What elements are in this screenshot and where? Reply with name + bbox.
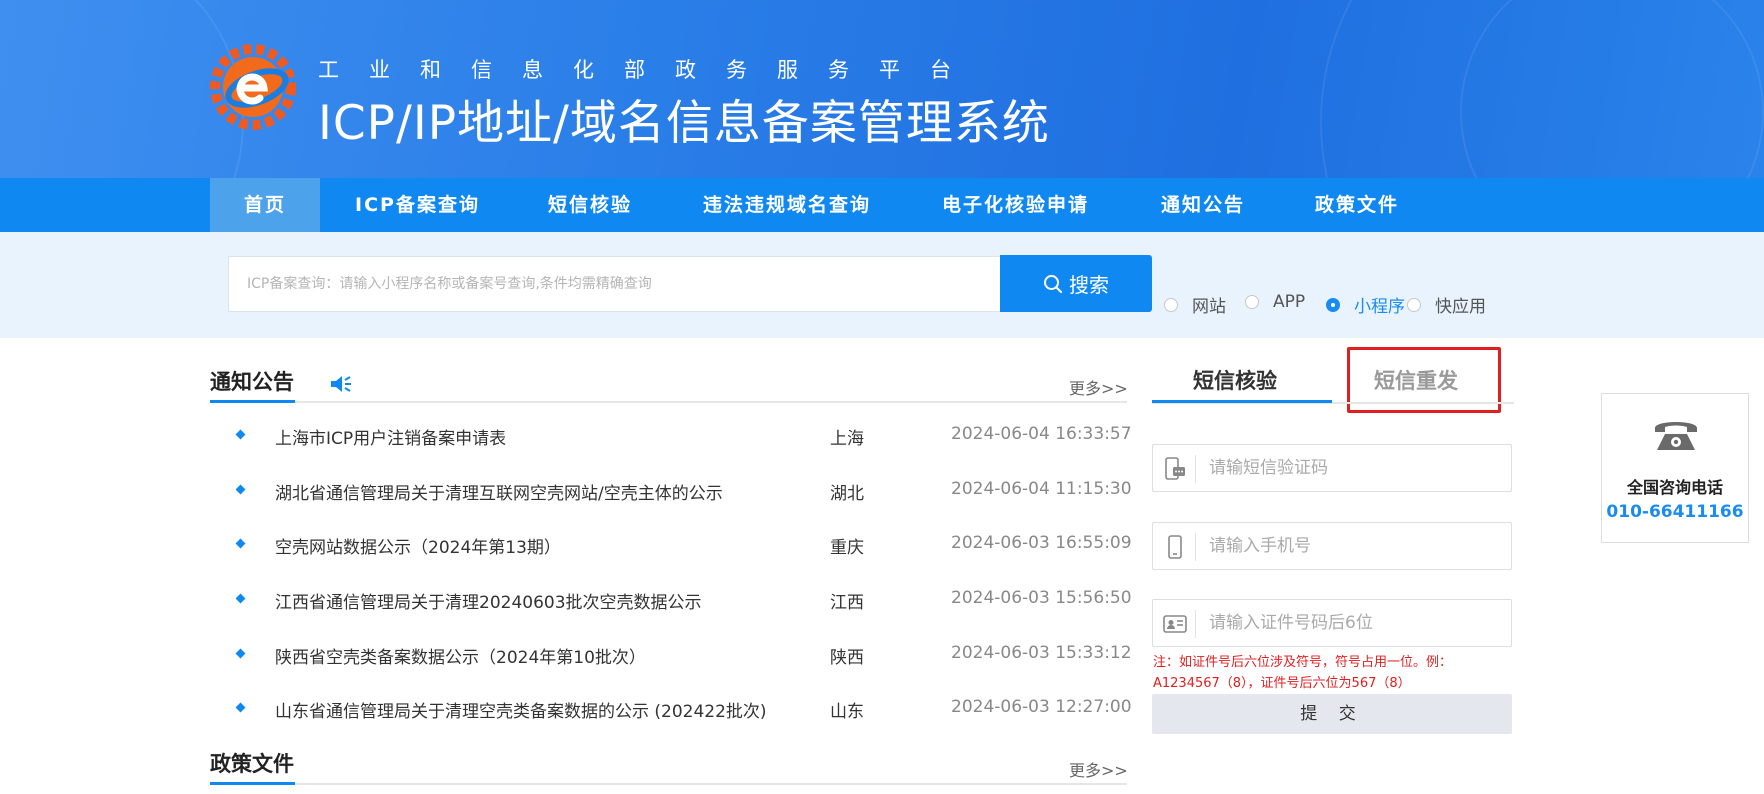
search-button-label: 搜索 bbox=[1069, 273, 1109, 297]
notice-region: 重庆 bbox=[830, 538, 864, 558]
notice-date: 2024-06-03 15:56:50 bbox=[951, 588, 1132, 608]
telephone-icon bbox=[1655, 422, 1697, 450]
nav-item-policy[interactable]: 政策文件 bbox=[1315, 178, 1399, 232]
policy-more-link[interactable]: 更多>> bbox=[1069, 757, 1128, 781]
notice-title[interactable]: 湖北省通信管理局关于清理互联网空壳网站/空壳主体的公示 bbox=[275, 479, 723, 504]
list-item: 江西省通信管理局关于清理20240603批次空壳数据公示 江西 2024-06-… bbox=[210, 588, 1132, 638]
radio-dot bbox=[1164, 297, 1178, 312]
notice-region: 湖北 bbox=[830, 484, 864, 504]
notice-region: 江西 bbox=[830, 593, 864, 613]
notice-title[interactable]: 上海市ICP用户注销备案申请表 bbox=[275, 424, 506, 449]
notice-date: 2024-06-03 16:55:09 bbox=[951, 533, 1132, 553]
system-title: ICP/IP地址/域名信息备案管理系统 bbox=[318, 96, 1050, 151]
bullet-icon bbox=[235, 648, 246, 659]
notice-title[interactable]: 江西省通信管理局关于清理20240603批次空壳数据公示 bbox=[275, 588, 702, 613]
notices-title: 通知公告 bbox=[210, 370, 294, 394]
radio-quick-app[interactable]: 快应用 bbox=[1407, 292, 1486, 317]
id-number-note: 注：如证件号后六位涉及符号，符号占用一位。例：A1234567（8），证件号后六… bbox=[1153, 655, 1453, 691]
hotline-card: 全国咨询电话 010-66411166 bbox=[1601, 393, 1749, 543]
nav-item-notices[interactable]: 通知公告 bbox=[1161, 178, 1245, 232]
banner-decoration bbox=[1460, 0, 1764, 178]
nav-item-sms-verify[interactable]: 短信核验 bbox=[548, 178, 632, 232]
submit-button[interactable]: 提 交 bbox=[1152, 694, 1512, 734]
hotline-number: 010-66411166 bbox=[1606, 502, 1744, 522]
list-item: 陕西省空壳类备案数据公示（2024年第10批次） 陕西 2024-06-03 1… bbox=[210, 643, 1132, 693]
header-banner: 工业和信息化部政务服务平台 ICP/IP地址/域名信息备案管理系统 bbox=[0, 0, 1764, 178]
bullet-icon bbox=[235, 702, 246, 713]
speaker-icon bbox=[331, 376, 351, 392]
notice-region: 陕西 bbox=[830, 648, 864, 668]
notice-title[interactable]: 陕西省空壳类备案数据公示（2024年第10批次） bbox=[275, 643, 646, 668]
field-separator bbox=[1195, 533, 1196, 561]
nav-item-e-verify[interactable]: 电子化核验申请 bbox=[942, 178, 1089, 232]
search-icon bbox=[1044, 274, 1062, 293]
nav-item-home[interactable]: 首页 bbox=[210, 178, 320, 232]
sms-tab-underline bbox=[1152, 400, 1332, 403]
field-separator bbox=[1195, 610, 1196, 638]
bullet-icon bbox=[235, 429, 246, 440]
notices-more-link[interactable]: 更多>> bbox=[1069, 375, 1128, 399]
id-number-input[interactable] bbox=[1209, 600, 1499, 646]
policy-divider bbox=[210, 783, 1127, 785]
gov-logo bbox=[210, 44, 296, 130]
policy-title: 政策文件 bbox=[210, 752, 294, 776]
id-card-icon bbox=[1163, 615, 1187, 633]
list-item: 空壳网站数据公示（2024年第13期） 重庆 2024-06-03 16:55:… bbox=[210, 533, 1132, 583]
main-nav: 首页 ICP备案查询 短信核验 违法违规域名查询 电子化核验申请 通知公告 政策… bbox=[0, 178, 1764, 232]
sms-phone-icon bbox=[1165, 457, 1185, 480]
phone-input[interactable] bbox=[1209, 523, 1499, 569]
search-button[interactable]: 搜索 bbox=[1000, 255, 1152, 312]
bullet-icon bbox=[235, 593, 246, 604]
list-item: 山东省通信管理局关于清理空壳类备案数据的公示 (202422批次) 山东 202… bbox=[210, 697, 1132, 747]
policy-title-underline bbox=[210, 782, 295, 785]
id-number-field bbox=[1152, 599, 1512, 647]
radio-website[interactable]: 网站 bbox=[1164, 292, 1226, 317]
list-item: 上海市ICP用户注销备案申请表 上海 2024-06-04 16:33:57 bbox=[210, 424, 1132, 474]
notices-title-underline bbox=[210, 400, 295, 403]
notice-date: 2024-06-03 15:33:12 bbox=[951, 643, 1132, 663]
notice-region: 山东 bbox=[830, 702, 864, 722]
radio-dot bbox=[1245, 295, 1259, 309]
radio-dot bbox=[1407, 297, 1421, 312]
notice-title[interactable]: 空壳网站数据公示（2024年第13期） bbox=[275, 533, 561, 558]
search-input[interactable] bbox=[228, 256, 1000, 312]
bullet-icon bbox=[235, 538, 246, 549]
notice-title[interactable]: 山东省通信管理局关于清理空壳类备案数据的公示 (202422批次) bbox=[275, 697, 767, 722]
radio-app[interactable]: APP bbox=[1245, 292, 1305, 312]
list-item: 湖北省通信管理局关于清理互联网空壳网站/空壳主体的公示 湖北 2024-06-0… bbox=[210, 479, 1132, 529]
radio-dot bbox=[1326, 297, 1340, 312]
sms-code-field bbox=[1152, 444, 1512, 492]
notice-date: 2024-06-04 11:15:30 bbox=[951, 479, 1132, 499]
notices-divider bbox=[210, 401, 1127, 403]
notice-date: 2024-06-04 16:33:57 bbox=[951, 424, 1132, 444]
tab-sms-verify[interactable]: 短信核验 bbox=[1193, 365, 1277, 395]
nav-item-illegal-domain[interactable]: 违法违规域名查询 bbox=[703, 178, 871, 232]
notice-region: 上海 bbox=[830, 429, 864, 449]
field-separator bbox=[1195, 455, 1196, 483]
platform-subtitle: 工业和信息化部政务服务平台 bbox=[318, 58, 981, 82]
notice-date: 2024-06-03 12:27:00 bbox=[951, 697, 1132, 717]
phone-field bbox=[1152, 522, 1512, 570]
banner-decoration bbox=[0, 0, 244, 178]
radio-mini-program[interactable]: 小程序 bbox=[1326, 292, 1405, 317]
mobile-phone-icon bbox=[1168, 535, 1182, 559]
sms-code-input[interactable] bbox=[1209, 445, 1499, 491]
nav-item-icp-query[interactable]: ICP备案查询 bbox=[355, 178, 480, 232]
bullet-icon bbox=[235, 484, 246, 495]
hotline-label: 全国咨询电话 bbox=[1626, 478, 1723, 497]
